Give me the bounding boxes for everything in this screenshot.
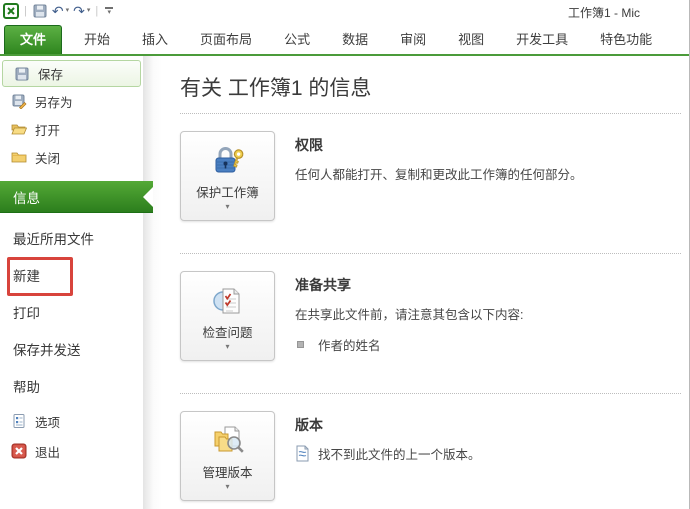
versions-section: 管理版本 ▾ 版本 找不到此文件的上一个版本。 — [180, 394, 681, 509]
sidebar-item-info[interactable]: 信息 — [0, 181, 153, 213]
sidebar-item-options[interactable]: 选项 — [0, 406, 143, 436]
save-icon — [14, 66, 30, 82]
sharing-issue-label: 作者的姓名 — [318, 339, 381, 353]
sidebar-item-exit[interactable]: 退出 — [0, 436, 143, 466]
excel-logo-icon — [3, 3, 19, 19]
inspect-document-icon — [210, 283, 246, 319]
open-folder-icon — [11, 121, 27, 137]
section-title: 准备共享 — [295, 277, 351, 293]
window-title: 工作簿1 - Mic — [568, 6, 641, 20]
toolbar-separator: | — [95, 5, 99, 17]
sidebar-item-label: 保存 — [38, 68, 64, 82]
button-label: 保护工作簿 — [196, 185, 259, 200]
tab-data[interactable]: 数据 — [326, 26, 384, 54]
undo-icon: ↶ — [51, 3, 64, 19]
section-title: 权限 — [295, 137, 323, 153]
page-title: 有关 工作簿1 的信息 — [180, 77, 372, 100]
customize-quick-access-toolbar-button[interactable]: ▾ — [105, 7, 114, 16]
closed-folder-icon — [11, 149, 27, 165]
section-description: 任何人都能打开、复制和更改此工作簿的任何部分。 — [295, 168, 583, 182]
check-issues-button[interactable]: 检查问题 ▾ — [180, 271, 275, 361]
tab-file[interactable]: 文件 — [4, 25, 63, 54]
sidebar-item-save-and-send[interactable]: 保存并发送 — [0, 330, 143, 367]
button-label: 检查问题 — [202, 325, 253, 340]
sidebar-item-help[interactable]: 帮助 — [0, 367, 143, 404]
tab-view[interactable]: 视图 — [442, 26, 500, 54]
chevron-down-icon[interactable]: ▾ — [66, 4, 70, 18]
sidebar-item-label: 信息 — [13, 190, 40, 206]
sidebar-item-label: 另存为 — [35, 95, 73, 110]
sidebar-item-label: 新建 — [13, 268, 40, 284]
info-panel: 有关 工作簿1 的信息 保护工作簿 ▾ 权限 任何人都能打开、复制和更改此工作簿… — [180, 56, 681, 509]
section-description: 在共享此文件前，请注意其包含以下内容: — [295, 308, 524, 322]
bullet-square-icon — [297, 341, 304, 348]
chevron-down-icon[interactable]: ▾ — [87, 4, 91, 18]
redo-icon: ↷ — [73, 3, 85, 19]
tab-formulas[interactable]: 公式 — [268, 26, 326, 54]
tab-developer[interactable]: 开发工具 — [500, 26, 584, 54]
exit-icon — [11, 443, 27, 459]
save-as-icon — [11, 93, 27, 109]
manage-versions-button[interactable]: 管理版本 ▾ — [180, 411, 275, 501]
options-icon — [11, 413, 27, 429]
sidebar-item-label: 保存并发送 — [13, 342, 81, 358]
sidebar-item-label: 退出 — [35, 445, 61, 460]
chevron-down-icon: ▾ — [107, 9, 111, 16]
sidebar-item-label: 选项 — [35, 415, 61, 430]
tab-home[interactable]: 开始 — [68, 26, 126, 54]
chevron-down-icon: ▾ — [225, 481, 230, 491]
undo-button[interactable]: ↶ ▾ — [52, 4, 69, 18]
sharing-issue-item: 作者的姓名 — [295, 335, 523, 354]
prepare-sharing-section: 检查问题 ▾ 准备共享 在共享此文件前，请注意其包含以下内容: 作者的姓名 — [180, 254, 681, 382]
protect-workbook-button[interactable]: 保护工作簿 ▾ — [180, 131, 275, 221]
section-title: 版本 — [295, 417, 323, 433]
permissions-section: 保护工作簿 ▾ 权限 任何人都能打开、复制和更改此工作簿的任何部分。 — [180, 114, 681, 242]
tab-page-layout[interactable]: 页面布局 — [184, 26, 268, 54]
selected-arrow-icon — [143, 186, 153, 207]
sidebar-item-print[interactable]: 打印 — [0, 293, 143, 330]
sidebar-item-label: 帮助 — [13, 379, 40, 395]
version-status-row: 找不到此文件的上一个版本。 — [295, 444, 481, 463]
chevron-down-icon: ▾ — [225, 341, 230, 351]
sidebar-item-save-as[interactable]: 另存为 — [0, 87, 143, 115]
button-label: 管理版本 — [202, 465, 253, 480]
sidebar-item-label: 打开 — [35, 123, 61, 138]
ribbon-tab-row: 文件 开始 插入 页面布局 公式 数据 审阅 视图 开发工具 特色功能 — [0, 22, 689, 56]
version-status-text: 找不到此文件的上一个版本。 — [318, 448, 481, 462]
toolbar-separator: | — [24, 5, 27, 17]
save-icon[interactable] — [32, 3, 48, 19]
sidebar-item-new[interactable]: 新建 — [0, 256, 143, 296]
sidebar-item-label: 关闭 — [35, 151, 61, 166]
redo-button[interactable]: ↷ ▾ — [73, 4, 90, 18]
lock-key-icon — [210, 143, 246, 179]
sidebar-item-recent[interactable]: 最近所用文件 — [0, 219, 143, 256]
chevron-down-icon: ▾ — [225, 201, 230, 211]
sidebar-item-save[interactable]: 保存 — [2, 60, 141, 87]
backstage-view: 保存 另存为 打开 关闭 信息 最近所用文件 新建 打印 保存并发送 帮助 选项… — [0, 56, 689, 509]
excel-window: | ↶ ▾ ↷ ▾ | ▾ 工作簿1 - Mic 文件 开始 插入 页面布局 公式 … — [0, 0, 690, 509]
tab-special-features[interactable]: 特色功能 — [584, 26, 668, 54]
sidebar-item-close[interactable]: 关闭 — [0, 143, 143, 171]
sidebar-item-label: 打印 — [13, 305, 40, 321]
sidebar-item-open[interactable]: 打开 — [0, 115, 143, 143]
tab-review[interactable]: 审阅 — [384, 26, 442, 54]
title-bar: | ↶ ▾ ↷ ▾ | ▾ 工作簿1 - Mic — [0, 0, 689, 22]
quick-access-toolbar: | ↶ ▾ ↷ ▾ | ▾ — [3, 3, 114, 19]
manage-versions-icon — [210, 423, 246, 459]
backstage-sidebar: 保存 另存为 打开 关闭 信息 最近所用文件 新建 打印 保存并发送 帮助 选项… — [0, 56, 162, 509]
tab-insert[interactable]: 插入 — [126, 26, 184, 54]
sidebar-item-label: 最近所用文件 — [13, 231, 94, 247]
version-document-icon — [295, 445, 310, 462]
